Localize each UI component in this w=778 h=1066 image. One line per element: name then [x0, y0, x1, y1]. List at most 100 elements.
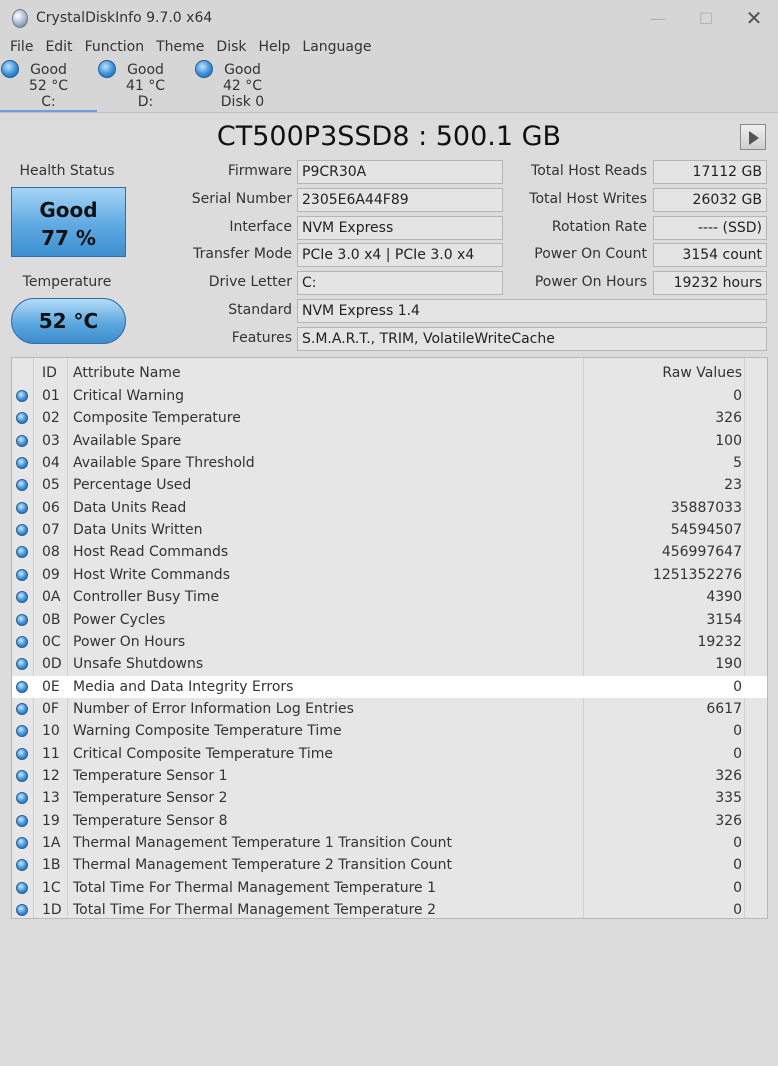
table-row[interactable]: 0D Unsafe Shutdowns 190	[12, 653, 767, 675]
table-row[interactable]: 02 Composite Temperature 326	[12, 407, 767, 429]
minimize-button[interactable]: —	[634, 0, 682, 36]
attribute-raw-value: 0	[733, 745, 742, 762]
attribute-name: Host Write Commands	[73, 566, 230, 583]
attribute-name: Host Read Commands	[73, 544, 229, 561]
total-host-writes-value: 26032 GB	[653, 188, 767, 212]
attribute-raw-value: 326	[715, 410, 742, 427]
table-row[interactable]: 0E Media and Data Integrity Errors 0	[12, 675, 767, 698]
interface-value: NVM Express	[297, 216, 503, 240]
close-button[interactable]: ✕	[730, 0, 778, 36]
next-disk-button[interactable]	[740, 124, 766, 150]
standard-label: Standard	[228, 302, 292, 318]
health-status-button[interactable]: Good 77 %	[11, 187, 126, 257]
table-row[interactable]: 1A Thermal Management Temperature 1 Trans…	[12, 832, 767, 854]
disk-status: Good	[127, 62, 164, 78]
table-row[interactable]: 01 Critical Warning 0	[12, 385, 767, 407]
status-good-icon	[16, 725, 28, 738]
column-header-attribute-name[interactable]: Attribute Name	[73, 362, 181, 384]
table-row[interactable]: 1B Thermal Management Temperature 2 Trans…	[12, 854, 767, 876]
table-row[interactable]: 0F Number of Error Information Log Entrie…	[12, 698, 767, 720]
status-good-icon	[16, 769, 28, 782]
status-good-icon	[16, 501, 28, 514]
status-good-icon	[16, 747, 28, 760]
attribute-name: Temperature Sensor 2	[73, 790, 228, 807]
table-row[interactable]: 07 Data Units Written 54594507	[12, 519, 767, 541]
menu-bar: File Edit Function Theme Disk Help Langu…	[0, 36, 778, 58]
column-header-id[interactable]: ID	[42, 362, 57, 384]
disk-tab-disk0[interactable]: Good 42 °C Disk 0	[194, 58, 291, 112]
table-row[interactable]: 04 Available Spare Threshold 5	[12, 452, 767, 474]
menu-function[interactable]: Function	[79, 39, 151, 55]
status-good-icon	[16, 412, 28, 425]
attribute-name: Percentage Used	[73, 477, 192, 494]
table-row[interactable]: 05 Percentage Used 23	[12, 474, 767, 496]
status-good-icon	[16, 434, 28, 447]
interface-label: Interface	[229, 219, 292, 235]
attribute-id: 09	[42, 566, 60, 583]
disk-tabs: Good 52 °C C: Good 41 °C D: Good 42 °C D…	[0, 58, 778, 113]
status-good-icon	[16, 904, 28, 917]
attribute-name: Temperature Sensor 8	[73, 812, 228, 829]
menu-help[interactable]: Help	[253, 39, 297, 55]
attribute-id: 0D	[42, 656, 62, 673]
firmware-value: P9CR30A	[297, 160, 503, 184]
disk-tab-d[interactable]: Good 41 °C D:	[97, 58, 194, 112]
health-percent: 77 %	[41, 226, 96, 250]
table-row[interactable]: 1C Total Time For Thermal Management Temp…	[12, 877, 767, 899]
attribute-name: Critical Warning	[73, 388, 184, 404]
table-row[interactable]: 1D Total Time For Thermal Management Temp…	[12, 899, 767, 921]
attribute-raw-value: 335	[715, 790, 742, 807]
disk-tab-c[interactable]: Good 52 °C C:	[0, 58, 97, 112]
table-row[interactable]: 06 Data Units Read 35887033	[12, 497, 767, 519]
attribute-id: 1A	[42, 835, 61, 851]
attribute-name: Available Spare	[73, 432, 182, 449]
attribute-id: 12	[42, 767, 60, 784]
disk-temperature: 41 °C	[125, 78, 166, 94]
status-good-icon	[16, 680, 28, 693]
table-row[interactable]: 10 Warning Composite Temperature Time 0	[12, 720, 767, 742]
table-row[interactable]: 0C Power On Hours 19232	[12, 631, 767, 653]
attribute-name: Thermal Management Temperature 1 Transit…	[73, 835, 452, 851]
menu-disk[interactable]: Disk	[210, 39, 252, 55]
attribute-id: 06	[42, 499, 60, 516]
attribute-name: Critical Composite Temperature Time	[73, 745, 333, 762]
disk-name: Disk 0	[220, 94, 265, 110]
attribute-name: Thermal Management Temperature 2 Transit…	[73, 857, 452, 874]
temperature-button[interactable]: 52 °C	[11, 298, 126, 344]
table-row[interactable]: 19 Temperature Sensor 8 326	[12, 810, 767, 832]
table-row[interactable]: 08 Host Read Commands 456997647	[12, 541, 767, 563]
disk-name: D:	[137, 94, 154, 110]
attribute-raw-value: 0	[733, 857, 742, 874]
smart-attribute-table[interactable]: ID Attribute Name Raw Values 01 Critical …	[11, 357, 768, 919]
menu-file[interactable]: File	[4, 39, 39, 55]
table-row[interactable]: 12 Temperature Sensor 1 326	[12, 765, 767, 787]
attribute-name: Temperature Sensor 1	[73, 767, 228, 784]
power-on-hours-value: 19232 hours	[653, 271, 767, 295]
disk-temperature: 42 °C	[222, 78, 263, 94]
maximize-button[interactable]: ☐	[682, 0, 730, 36]
menu-theme[interactable]: Theme	[150, 39, 210, 55]
disk-status: Good	[224, 62, 261, 78]
attribute-id: 05	[42, 477, 60, 494]
status-good-icon	[16, 792, 28, 805]
disk-status: Good	[30, 62, 67, 78]
attribute-raw-value: 326	[715, 767, 742, 784]
menu-edit[interactable]: Edit	[39, 39, 78, 55]
health-status-label: Health Status	[19, 163, 115, 179]
table-row[interactable]: 0B Power Cycles 3154	[12, 609, 767, 631]
attribute-raw-value: 0	[733, 902, 742, 919]
menu-language[interactable]: Language	[296, 39, 377, 55]
column-header-raw-values[interactable]: Raw Values	[662, 362, 742, 384]
crystaldiskinfo-icon	[10, 8, 30, 28]
power-on-count-label: Power On Count	[534, 246, 647, 262]
status-good-icon	[16, 479, 28, 492]
table-row[interactable]: 13 Temperature Sensor 2 335	[12, 787, 767, 809]
table-row[interactable]: 09 Host Write Commands 1251352276	[12, 564, 767, 586]
status-good-icon	[16, 658, 28, 671]
table-row[interactable]: 03 Available Spare 100	[12, 430, 767, 452]
rotation-rate-label: Rotation Rate	[551, 219, 647, 235]
attribute-raw-value: 4390	[706, 589, 742, 606]
status-good-icon	[16, 390, 28, 402]
table-row[interactable]: 11 Critical Composite Temperature Time 0	[12, 743, 767, 765]
table-row[interactable]: 0A Controller Busy Time 4390	[12, 586, 767, 608]
